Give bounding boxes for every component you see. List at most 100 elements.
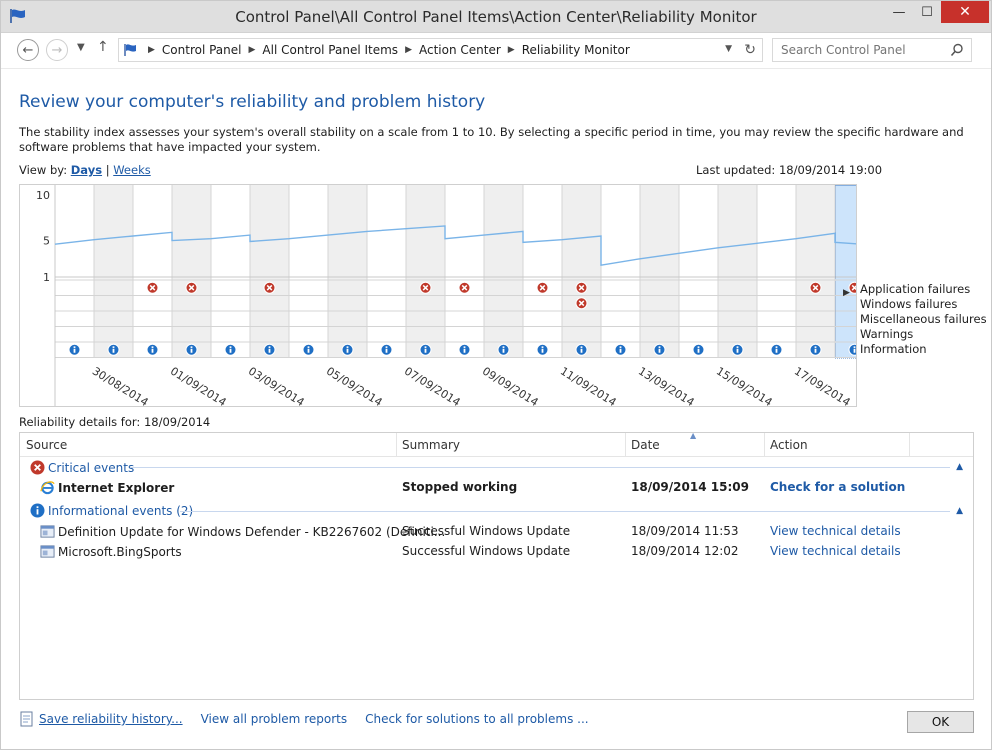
search-input[interactable]: [779, 42, 949, 58]
column-action[interactable]: Action: [770, 438, 808, 452]
search-icon[interactable]: [950, 43, 964, 57]
chart-day-column: [172, 185, 211, 358]
details-label: Reliability details for: 18/09/2014: [19, 415, 211, 429]
column-source[interactable]: Source: [26, 438, 67, 452]
table-row[interactable]: Definition Update for Windows Defender -…: [20, 522, 973, 542]
group-divider-line: [180, 511, 950, 512]
row-source-text: Microsoft.BingSports: [58, 544, 182, 559]
window-title: Control Panel\All Control Panel Items\Ac…: [235, 8, 757, 26]
information-event-icon: [575, 343, 588, 356]
chart-day-column: [562, 185, 601, 358]
chart-day-column: [757, 185, 796, 358]
information-event-icon: [185, 343, 198, 356]
information-icon: [30, 503, 45, 518]
x-date-label: 13/09/2014: [636, 365, 697, 406]
chart-day-column: [250, 185, 289, 358]
breadcrumb-control-panel[interactable]: Control Panel: [162, 43, 242, 57]
recent-pages-dropdown[interactable]: ▼: [77, 42, 85, 53]
save-reliability-history-link[interactable]: Save reliability history...: [39, 712, 183, 726]
view-all-problem-reports-link[interactable]: View all problem reports: [201, 712, 348, 726]
group-critical-events[interactable]: Critical events: [30, 460, 134, 475]
ok-button[interactable]: OK: [907, 711, 974, 733]
breadcrumb-separator-icon: ▶: [148, 45, 155, 55]
column-divider[interactable]: [909, 433, 910, 457]
minimize-button[interactable]: —: [885, 1, 913, 23]
legend-information: Information: [860, 342, 927, 356]
application-failure-icon: [575, 297, 588, 310]
application-failure-icon: [146, 281, 159, 294]
close-button[interactable]: ✕: [941, 1, 989, 23]
chart-day-column: [211, 185, 250, 358]
chart-day-column: [718, 185, 757, 358]
footer-links: Save reliability history... View all pro…: [19, 711, 607, 727]
column-divider[interactable]: [625, 433, 626, 457]
stability-chart[interactable]: 10 5 1 30/08/2014 01/09/2014 03/09/2014 05/09/…: [19, 184, 857, 407]
x-date-label: 17/09/2014: [792, 365, 853, 406]
refresh-icon[interactable]: ↻: [744, 42, 756, 58]
information-event-icon: [146, 343, 159, 356]
row-date: 18/09/2014 15:09: [631, 480, 749, 494]
check-for-solution-link[interactable]: Check for a solution: [770, 480, 905, 494]
back-button[interactable]: ←: [17, 39, 39, 61]
reliability-monitor-window: Control Panel\All Control Panel Items\Ac…: [0, 0, 992, 750]
y-tick-label: 5: [43, 235, 50, 248]
stability-chart-canvas[interactable]: 10 5 1 30/08/2014 01/09/2014 03/09/2014 05/09/…: [20, 185, 856, 406]
group-informational-events[interactable]: Informational events (2): [30, 503, 193, 518]
application-failure-icon: [419, 281, 432, 294]
x-date-label: 30/08/2014: [90, 365, 151, 406]
check-solutions-all-link[interactable]: Check for solutions to all problems ...: [365, 712, 589, 726]
view-technical-details-link[interactable]: View technical details: [770, 544, 901, 558]
details-table: Source Summary Date ▲ Action Critical ev…: [19, 431, 974, 700]
application-failure-icon: [263, 281, 276, 294]
chart-day-column: [289, 185, 328, 358]
chart-day-column: [133, 185, 172, 358]
chart-day-column: [679, 185, 718, 358]
view-technical-details-link[interactable]: View technical details: [770, 524, 901, 538]
table-row[interactable]: Microsoft.BingSports Successful Windows …: [20, 542, 973, 562]
row-summary: Successful Windows Update: [402, 544, 571, 558]
column-divider[interactable]: [764, 433, 765, 457]
y-tick-label: 10: [36, 189, 50, 202]
address-bar[interactable]: ▶ Control Panel ▶ All Control Panel Item…: [118, 38, 763, 62]
chart-day-column: [94, 185, 133, 358]
breadcrumb-reliability-monitor[interactable]: Reliability Monitor: [522, 43, 630, 57]
critical-error-icon: [30, 460, 45, 475]
information-event-icon: [224, 343, 237, 356]
forward-button[interactable]: →: [46, 39, 68, 61]
view-by: View by: Days | Weeks: [19, 163, 151, 177]
chart-day-column: [484, 185, 523, 358]
breadcrumb-separator-icon: ▶: [507, 45, 515, 55]
breadcrumb-all-items[interactable]: All Control Panel Items: [262, 43, 398, 57]
search-box[interactable]: [772, 38, 972, 62]
legend-application-failures: Application failures: [860, 282, 971, 296]
legend-windows-failures: Windows failures: [860, 297, 958, 311]
save-document-icon: [20, 711, 33, 727]
application-failure-icon: [575, 281, 588, 294]
chart-day-column: [367, 185, 406, 358]
application-failure-icon: [809, 281, 822, 294]
breadcrumb-action-center[interactable]: Action Center: [419, 43, 501, 57]
last-updated: Last updated: 18/09/2014 19:00: [696, 163, 883, 177]
table-header: Source Summary Date ▲ Action: [20, 431, 973, 457]
view-by-weeks-link[interactable]: Weeks: [113, 163, 151, 177]
collapse-informational-icon[interactable]: ▲: [956, 506, 963, 516]
chart-day-column: [601, 185, 640, 358]
title-bar: Control Panel\All Control Panel Items\Ac…: [1, 1, 991, 33]
breadcrumb: ▶ Control Panel ▶ All Control Panel Item…: [141, 43, 630, 57]
collapse-critical-icon[interactable]: ▲: [956, 462, 963, 472]
information-event-icon: [458, 343, 471, 356]
window-controls: — ☐ ✕: [885, 1, 989, 23]
column-divider[interactable]: [396, 433, 397, 457]
group-divider-line: [130, 467, 950, 468]
view-by-days-link[interactable]: Days: [71, 163, 102, 177]
maximize-button[interactable]: ☐: [913, 1, 941, 23]
information-event-icon: [419, 343, 432, 356]
column-date[interactable]: Date: [631, 438, 660, 452]
chart-day-column: [55, 185, 94, 358]
scroll-right-icon[interactable]: ▶: [843, 288, 850, 298]
x-date-label: 01/09/2014: [168, 365, 229, 406]
table-row[interactable]: Internet Explorer Stopped working 18/09/…: [20, 478, 973, 498]
address-dropdown-icon[interactable]: ▼: [725, 44, 732, 54]
up-button[interactable]: ↑: [97, 39, 109, 55]
column-summary[interactable]: Summary: [402, 438, 460, 452]
